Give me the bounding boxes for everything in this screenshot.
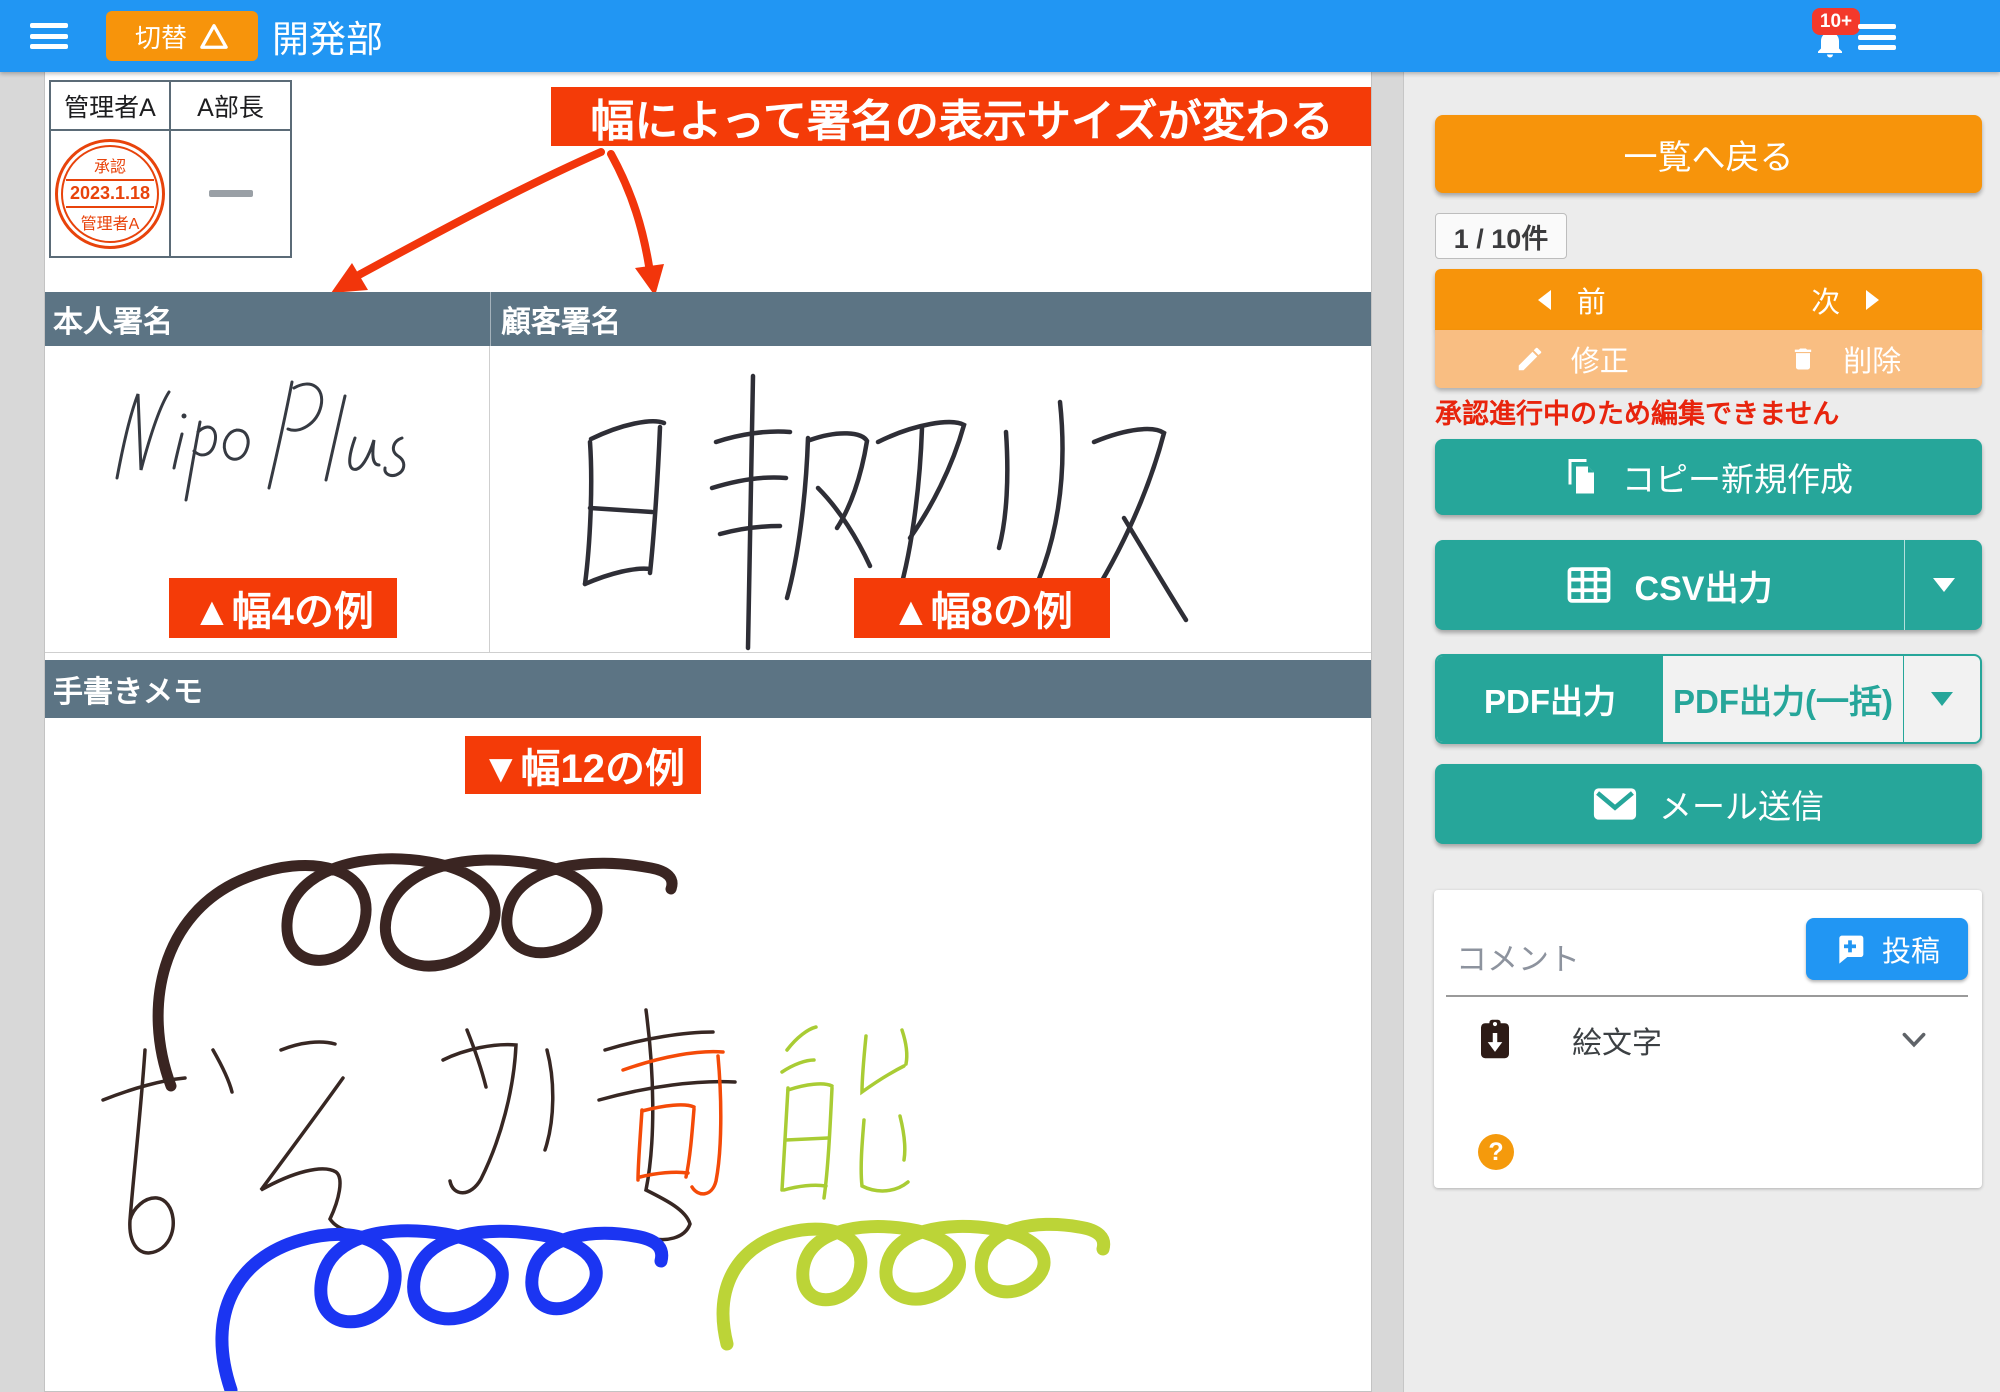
signature-cells: ▲幅4の例 (45, 346, 1372, 653)
emoji-accordion[interactable]: 絵文字 (1434, 1012, 1982, 1068)
memo-header: 手書きメモ (45, 660, 1372, 718)
action-sidebar: 一覧へ戻る 1 / 10件 前 次 修正 削除 承認進行中のため編集できません (1403, 72, 2000, 1392)
post-comment-label: 投稿 (1882, 928, 1940, 970)
menu-icon[interactable] (30, 23, 68, 49)
csv-dropdown-toggle[interactable] (1904, 540, 1982, 630)
delete-button[interactable]: 削除 (1709, 330, 1983, 388)
comment-plus-icon (1834, 933, 1866, 965)
customer-signature-header: 顧客署名 (490, 292, 1372, 346)
pdf-export-button[interactable]: PDF出力 (1437, 656, 1663, 742)
send-mail-label: メール送信 (1659, 780, 1824, 828)
comment-title: コメント (1456, 934, 1580, 979)
table-grid-icon (1567, 566, 1611, 604)
handwritten-memo-drawing (45, 718, 1372, 1392)
chevron-down-icon (1902, 1032, 1926, 1048)
comment-card: コメント 投稿 絵文字 ? (1434, 890, 1982, 1188)
next-button[interactable]: 次 (1709, 269, 1983, 330)
switch-team-button[interactable]: 切替 (106, 11, 258, 61)
emoji-label: 絵文字 (1572, 1018, 1662, 1062)
page-title: 開発部 (272, 9, 383, 63)
help-icon[interactable]: ? (1478, 1134, 1514, 1170)
chevron-down-icon (1933, 578, 1955, 592)
mail-icon (1593, 787, 1637, 821)
csv-export-button[interactable]: CSV出力 (1435, 540, 1904, 630)
edit-label: 修正 (1571, 338, 1629, 380)
record-counter: 1 / 10件 (1435, 213, 1567, 259)
edit-delete-bar: 修正 削除 (1435, 330, 1982, 388)
self-signature-header: 本人署名 (45, 292, 490, 346)
csv-export-split-button: CSV出力 (1435, 540, 1982, 630)
overflow-menu-icon[interactable] (1858, 24, 1896, 50)
copy-create-label: コピー新規作成 (1622, 453, 1853, 501)
send-mail-button[interactable]: メール送信 (1435, 764, 1982, 844)
chevron-down-icon (1931, 692, 1953, 706)
self-signature-cell: ▲幅4の例 (45, 346, 490, 652)
back-to-list-button[interactable]: 一覧へ戻る (1435, 115, 1982, 193)
pdf-export-batch-button[interactable]: PDF出力(一括) (1663, 656, 1904, 742)
pencil-icon (1515, 344, 1545, 374)
signature-header-row: 本人署名 顧客署名 (45, 292, 1372, 346)
edit-button[interactable]: 修正 (1435, 330, 1709, 388)
prev-label: 前 (1577, 279, 1606, 321)
notification-badge: 10+ (1812, 8, 1860, 35)
delete-label: 削除 (1843, 338, 1901, 380)
csv-export-label: CSV出力 (1635, 561, 1773, 610)
prev-arrow-icon (1538, 290, 1551, 310)
switch-label: 切替 (135, 18, 187, 55)
clipboard-download-icon (1478, 1019, 1512, 1061)
width12-example-label: ▼幅12の例 (465, 736, 701, 794)
customer-signature-cell: ▲幅8の例 (490, 346, 1372, 652)
triangle-icon (199, 22, 229, 50)
pdf-dropdown-toggle[interactable] (1904, 656, 1980, 742)
width4-example-label: ▲幅4の例 (169, 578, 397, 638)
app-bar: 切替 開発部 10+ (0, 0, 2000, 72)
prev-next-bar: 前 次 (1435, 269, 1982, 330)
report-panel: 管理者A A部長 承認 2023.1.18 管理者A 幅によって署名の表示サイズ… (44, 72, 1372, 1392)
comment-divider (1446, 995, 1968, 997)
prev-button[interactable]: 前 (1435, 269, 1709, 330)
trash-icon (1789, 344, 1817, 374)
width8-example-label: ▲幅8の例 (854, 578, 1110, 638)
copy-create-button[interactable]: コピー新規作成 (1435, 439, 1982, 515)
post-comment-button[interactable]: 投稿 (1806, 918, 1968, 980)
copy-icon (1564, 457, 1600, 497)
approval-locked-note: 承認進行中のため編集できません (1435, 392, 1839, 431)
next-label: 次 (1811, 279, 1840, 321)
next-arrow-icon (1866, 290, 1879, 310)
pdf-export-split-button: PDF出力 PDF出力(一括) (1435, 654, 1982, 744)
